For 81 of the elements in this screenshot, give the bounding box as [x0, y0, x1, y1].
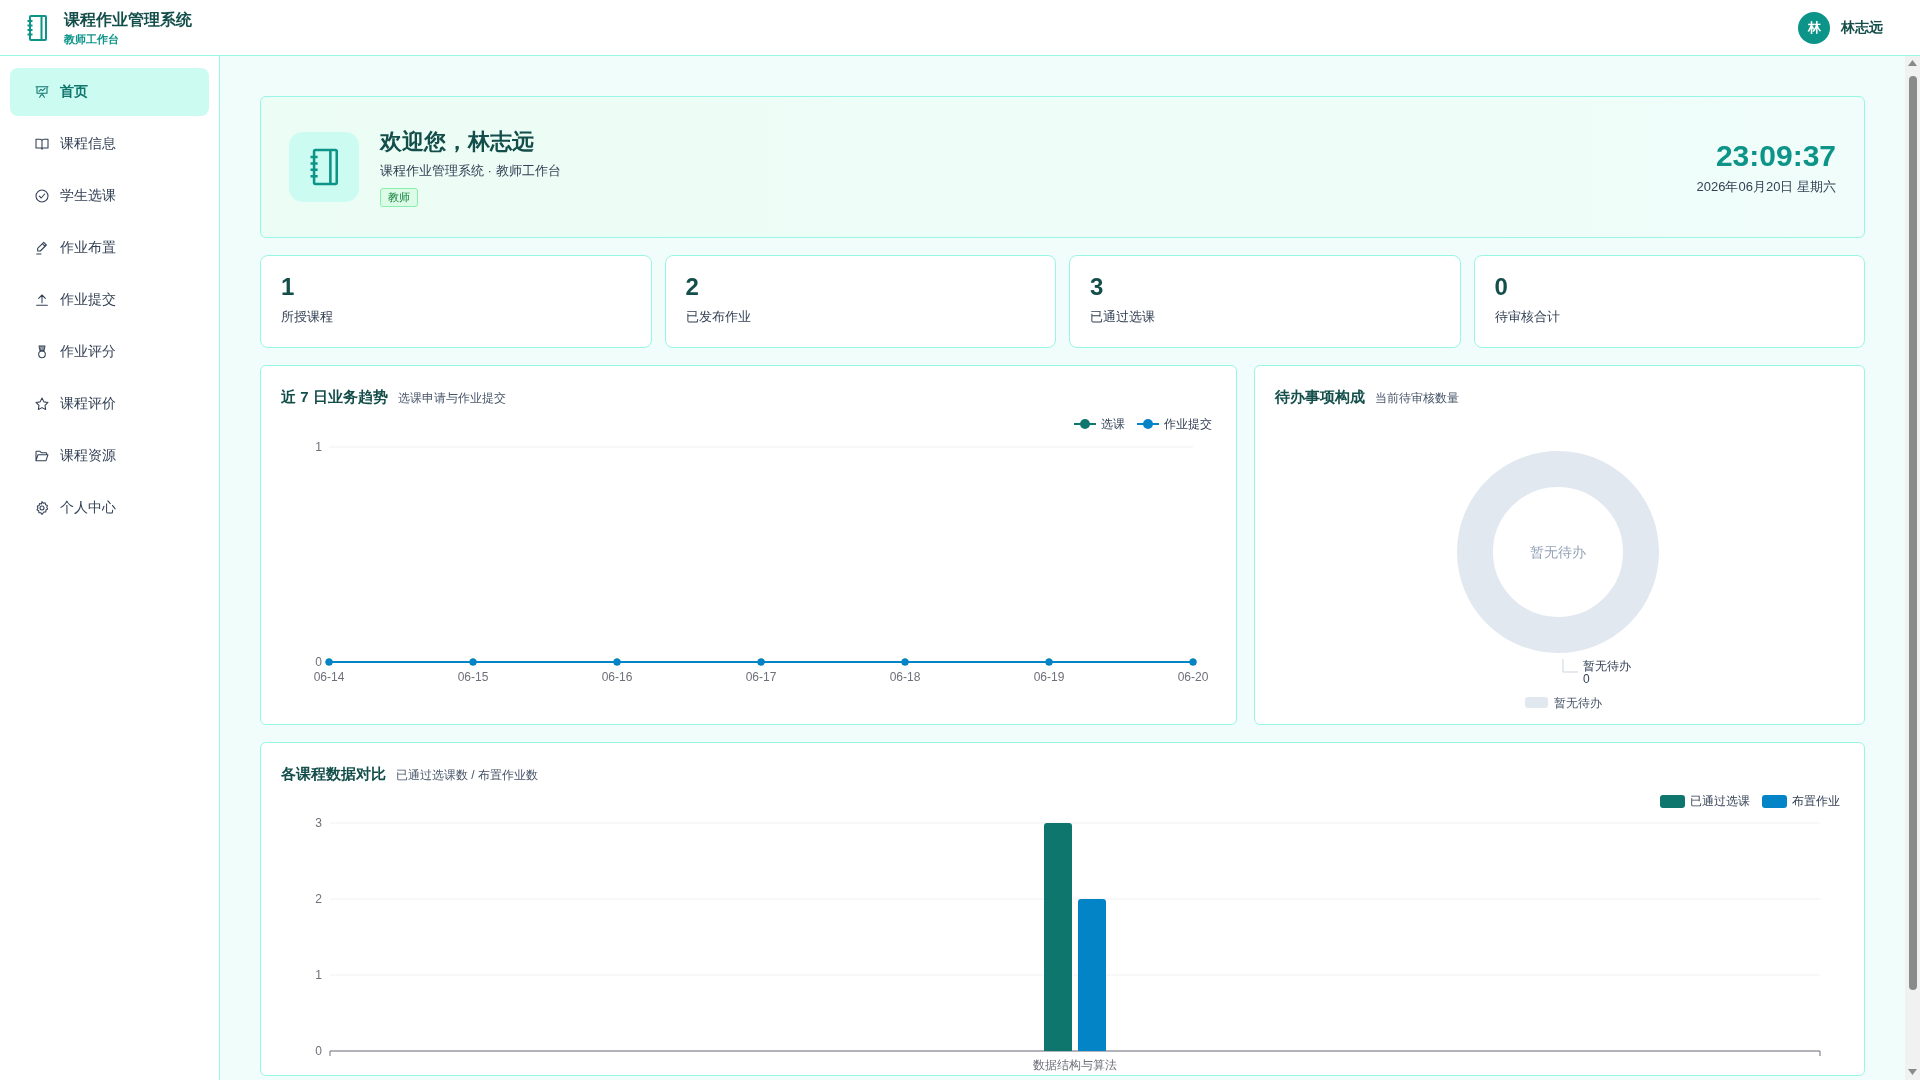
axis-label: 06-19: [1033, 670, 1065, 684]
upload-icon: [34, 292, 50, 308]
user-name[interactable]: 林志远: [1841, 18, 1883, 37]
welcome-subtitle: 课程作业管理系统 · 教师工作台: [380, 161, 561, 180]
data-point: [469, 658, 477, 666]
axis-label: 1: [315, 440, 322, 454]
axis-label: 0: [315, 1044, 322, 1058]
clock-date: 2026年06月20日 星期六: [1696, 178, 1836, 196]
scrollbar-thumb[interactable]: [1908, 76, 1917, 990]
star-icon: [34, 396, 50, 412]
app-subtitle: 教师工作台: [64, 31, 120, 46]
stat-value: 1: [281, 272, 295, 302]
sidebar-item[interactable]: 学生选课: [10, 172, 209, 220]
settings-icon: [34, 500, 50, 516]
presentation-board-icon: [34, 84, 50, 100]
data-point: [325, 658, 333, 666]
leader-line: [1562, 658, 1579, 673]
sidebar-item[interactable]: 课程评价: [10, 380, 209, 428]
role-tag: 教师: [380, 187, 418, 207]
stat-label: 待审核合计: [1494, 308, 1560, 326]
sidebar-item[interactable]: 首页: [10, 68, 209, 116]
open-book-icon: [34, 136, 50, 152]
sidebar-item[interactable]: 课程信息: [10, 120, 209, 168]
legend-marker-icon[interactable]: [1137, 418, 1159, 430]
data-point: [1045, 658, 1053, 666]
app-title: 课程作业管理系统: [64, 9, 192, 30]
notebook-icon: [25, 13, 49, 42]
sidebar-item[interactable]: 课程资源: [10, 432, 209, 480]
axis-label: 06-16: [601, 670, 633, 684]
axis-label: 0: [315, 655, 322, 669]
legend-swatch-icon[interactable]: [1660, 794, 1685, 808]
axis-label: 3: [315, 816, 322, 830]
folder-icon: [34, 448, 50, 464]
axis-label: 06-20: [1177, 670, 1209, 684]
stat-value: 2: [685, 272, 699, 302]
sidebar-item[interactable]: 个人中心: [10, 484, 209, 532]
welcome-title: 欢迎您，林志远: [380, 127, 535, 156]
data-point: [757, 658, 765, 666]
legend-label[interactable]: 选课: [1101, 416, 1125, 432]
check-circle-icon: [34, 188, 50, 204]
data-point: [1189, 658, 1197, 666]
legend-marker-icon[interactable]: [1074, 418, 1096, 430]
axis-label: 06-18: [889, 670, 921, 684]
pencil-icon: [34, 240, 50, 256]
data-label: 暂无待办: [1583, 659, 1631, 673]
sidebar-item[interactable]: 作业评分: [10, 328, 209, 376]
legend-label[interactable]: 暂无待办: [1554, 696, 1602, 710]
chart-title: 待办事项构成: [1275, 387, 1365, 407]
chart-title: 各课程数据对比: [281, 764, 386, 784]
chart-title: 近 7 日业务趋势: [281, 387, 388, 407]
data-point: [613, 658, 621, 666]
axis-label: 06-17: [745, 670, 777, 684]
axis-label: 06-14: [313, 670, 345, 684]
data-point: [901, 658, 909, 666]
donut-center-label: 暂无待办: [1530, 544, 1586, 560]
scrollbar[interactable]: [1905, 56, 1920, 1080]
axis-label: 06-15: [457, 670, 489, 684]
sidebar-item[interactable]: 作业布置: [10, 224, 209, 272]
notebook-icon: [289, 132, 359, 202]
legend-label[interactable]: 布置作业: [1792, 793, 1840, 809]
user-avatar[interactable]: 林: [1798, 11, 1830, 44]
scroll-up-icon[interactable]: [1908, 60, 1917, 66]
stat-value: 0: [1494, 272, 1508, 302]
chart-subtitle: 选课申请与作业提交: [397, 390, 506, 406]
legend-swatch-icon[interactable]: [1762, 794, 1787, 808]
stat-label: 已发布作业: [685, 308, 751, 326]
legend-label[interactable]: 作业提交: [1164, 416, 1212, 432]
data-label: 0: [1583, 672, 1590, 686]
axis-label: 数据结构与算法: [1033, 1058, 1117, 1072]
axis-label: 1: [315, 968, 322, 982]
stat-value: 3: [1090, 272, 1104, 302]
legend-swatch-icon[interactable]: [1525, 697, 1548, 708]
clock-time: 23:09:37: [1715, 138, 1836, 174]
chart-subtitle: 当前待审核数量: [1375, 390, 1459, 406]
stat-label: 所授课程: [281, 308, 333, 326]
axis-label: 2: [315, 892, 322, 906]
stat-label: 已通过选课: [1090, 308, 1155, 326]
chart-subtitle: 已通过选课数 / 布置作业数: [396, 767, 538, 783]
legend-label[interactable]: 已通过选课: [1690, 793, 1750, 809]
sidebar-item[interactable]: 作业提交: [10, 276, 209, 324]
scroll-down-icon[interactable]: [1908, 1069, 1917, 1075]
